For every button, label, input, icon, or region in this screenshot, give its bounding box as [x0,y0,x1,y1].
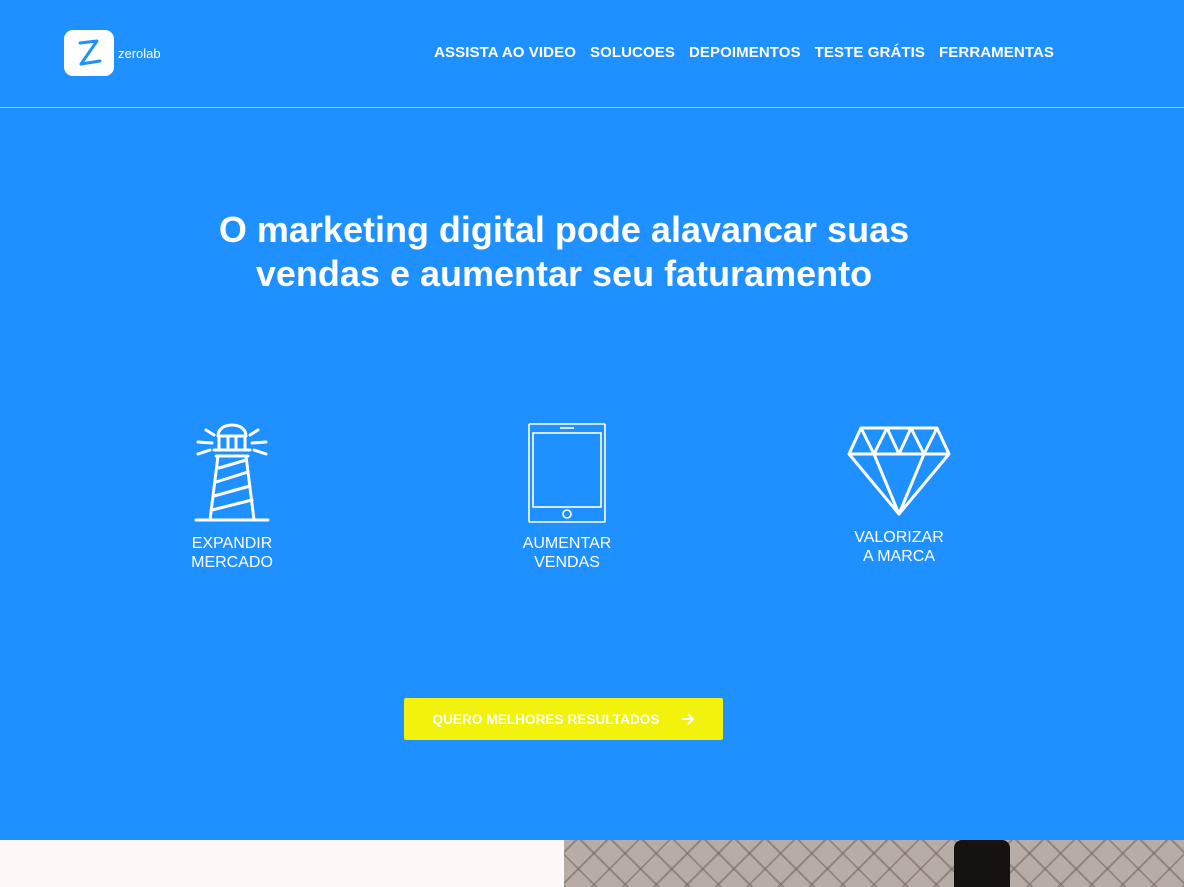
cta-button[interactable]: QUERO MELHORES RESULTADOS [404,698,723,740]
feature-label-line-2: VENDAS [534,554,600,571]
feature-expandir-mercado: EXPANDIR MERCADO [152,422,312,572]
feature-label-line-1: VALORIZAR [854,529,944,546]
next-section-photo [564,840,1184,887]
feature-label-line-2: MERCADO [191,554,273,571]
arrow-right-icon [681,713,695,725]
logo[interactable]: zerolab [64,30,161,76]
nav-item-ferramentas[interactable]: FERRAMENTAS [939,44,1054,61]
feature-label-line-1: AUMENTAR [522,535,612,552]
nav-item-assista-ao-video[interactable]: ASSISTA AO VIDEO [434,44,576,61]
feature-aumentar-vendas: AUMENTAR VENDAS [487,422,647,572]
nav-item-depoimentos[interactable]: DEPOIMENTOS [689,44,801,61]
nav-item-teste-gratis[interactable]: TESTE GRÁTIS [815,44,925,61]
hero-title: O marketing digital pode alavancar suas … [0,208,1128,296]
hero-title-line-2: vendas e aumentar seu faturamento [255,253,873,294]
nav-item-solucoes[interactable]: SOLUCOES [590,44,675,61]
main-nav: ASSISTA AO VIDEO SOLUCOES DEPOIMENTOS TE… [434,44,1054,61]
net-texture [564,840,1184,887]
next-section-panel [0,840,564,887]
diamond-icon [847,426,951,516]
site-header: zerolab ASSISTA AO VIDEO SOLUCOES DEPOIM… [0,0,1184,108]
tablet-icon [528,423,606,523]
feature-label-line-2: A MARCA [862,548,935,565]
logo-mark-icon [64,30,114,76]
feature-label-line-1: EXPANDIR [191,535,273,552]
feature-valorizar-a-marca: VALORIZAR A MARCA [819,422,979,566]
hero-title-line-1: O marketing digital pode alavancar suas [218,209,910,250]
cta-label: QUERO MELHORES RESULTADOS [432,711,660,727]
logo-text: zerolab [118,45,161,61]
photo-dark-shape [954,840,1010,887]
lighthouse-icon [194,423,270,522]
